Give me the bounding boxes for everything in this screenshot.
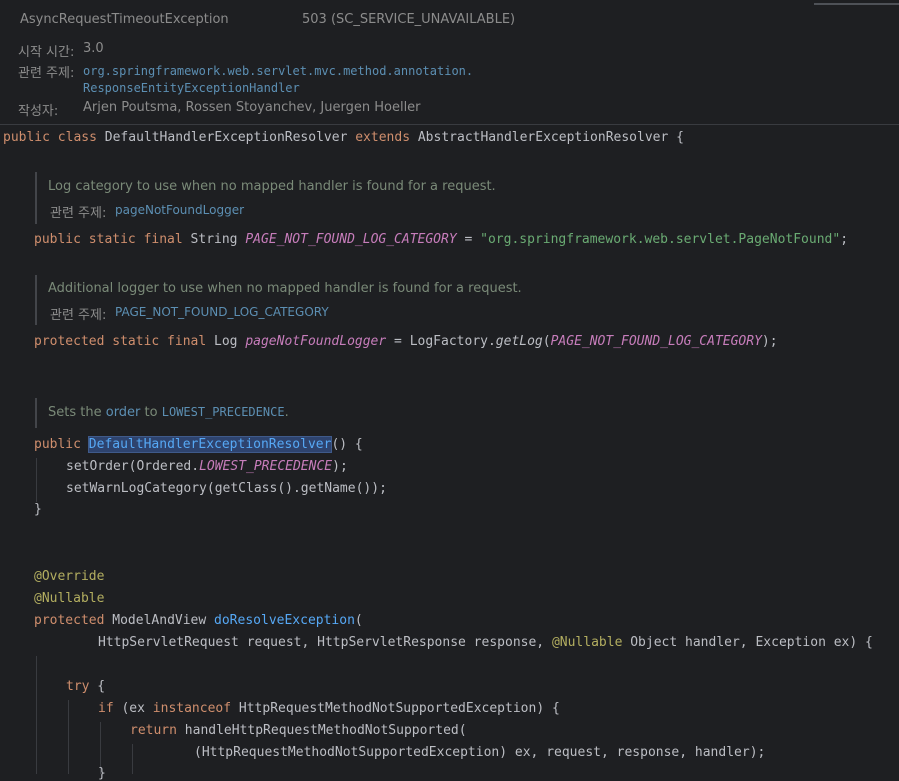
params-nullable: @Nullable xyxy=(551,635,623,650)
doc3-code-link[interactable]: LOWEST_PRECEDENCE xyxy=(162,405,285,419)
kw-if: if xyxy=(98,701,114,716)
ctor-name[interactable]: DefaultHandlerExceptionResolver xyxy=(87,436,333,453)
constructor-declaration: public DefaultHandlerExceptionResolver()… xyxy=(34,436,363,453)
method-open-paren: ( xyxy=(354,613,363,628)
ctor-params: () { xyxy=(331,437,363,452)
annotation-override: @Override xyxy=(34,569,105,584)
kw-extends: extends xyxy=(355,130,411,145)
doc2-text: Additional logger to use when no mapped … xyxy=(48,281,522,296)
ctor-modifier: public xyxy=(34,437,81,452)
field1-assign: = xyxy=(464,232,473,247)
ctor-line-set-order: setOrder(Ordered.LOWEST_PRECEDENCE); xyxy=(66,459,348,474)
exception-status: 503 (SC_SERVICE_UNAVAILABLE) xyxy=(302,12,516,27)
doc3-prefix: Sets the xyxy=(48,405,106,420)
doc3-text: Sets the order to LOWEST_PRECEDENCE. xyxy=(48,405,289,420)
authors: Arjen Poutsma, Rossen Stoyanchev, Juerge… xyxy=(83,100,421,115)
class-name[interactable]: DefaultHandlerExceptionResolver xyxy=(105,130,348,145)
return-args: (HttpRequestMethodNotSupportedException)… xyxy=(194,745,766,760)
kw-public: public xyxy=(3,130,50,145)
annotation-nullable: @Nullable xyxy=(34,591,105,606)
return-line: return handleHttpRequestMethodNotSupport… xyxy=(130,723,467,738)
method-return-type[interactable]: ModelAndView xyxy=(112,613,206,628)
see-link-line1[interactable]: org.springframework.web.servlet.mvc.meth… xyxy=(83,64,473,78)
see-link-line2[interactable]: ResponseEntityExceptionHandler xyxy=(83,81,300,95)
ctor-l1-c: ); xyxy=(332,459,348,474)
field-page-not-found-category: public static final String PAGE_NOT_FOUN… xyxy=(34,232,848,247)
doc3-order-link[interactable]: order xyxy=(106,405,141,420)
field2-close: ); xyxy=(761,334,778,349)
class-declaration: public class DefaultHandlerExceptionReso… xyxy=(3,130,684,145)
method-declaration: protected ModelAndView doResolveExceptio… xyxy=(34,613,363,628)
kw-return: return xyxy=(130,723,177,738)
field2-modifiers: protected static final xyxy=(34,334,207,349)
doc-comment-bar-3 xyxy=(35,398,37,428)
field1-type: String xyxy=(190,232,238,247)
kw-try: try xyxy=(66,679,90,694)
field1-modifiers: public static final xyxy=(34,232,183,247)
indent-guide-3 xyxy=(68,700,69,774)
doc2-see-label: 관련 주제: xyxy=(50,308,107,323)
field1-name[interactable]: PAGE_NOT_FOUND_LOG_CATEGORY xyxy=(245,232,456,247)
field2-method[interactable]: getLog xyxy=(496,334,543,349)
class-open-brace: { xyxy=(676,130,684,145)
field2-arg[interactable]: PAGE_NOT_FOUND_LOG_CATEGORY xyxy=(551,334,762,349)
see-label: 관련 주제: xyxy=(18,66,75,81)
return-call: handleHttpRequestMethodNotSupported( xyxy=(176,723,467,738)
doc-comment-bar-2 xyxy=(35,275,37,325)
exception-name: AsyncRequestTimeoutException xyxy=(20,12,229,27)
ctor-l1-a: setOrder(Ordered. xyxy=(66,459,200,474)
horizontal-scrollbar-thumb[interactable] xyxy=(814,3,899,5)
kw-instanceof: instanceof xyxy=(152,701,232,716)
indent-guide-5 xyxy=(132,744,133,774)
kw-class: class xyxy=(57,130,97,145)
field2-assign: = LogFactory. xyxy=(394,334,496,349)
if-b: HttpRequestMethodNotSupportedException) … xyxy=(231,701,560,716)
author-label: 작성자: xyxy=(18,104,59,119)
field-page-not-found-logger: protected static final Log pageNotFoundL… xyxy=(34,334,778,349)
params-b: Object handler, Exception ex) { xyxy=(622,635,873,650)
ctor-line-set-warn: setWarnLogCategory(getClass().getName())… xyxy=(66,481,387,496)
doc1-text: Log category to use when no mapped handl… xyxy=(48,179,496,194)
ctor-l1-const[interactable]: LOWEST_PRECEDENCE xyxy=(199,459,332,474)
field1-value: "org.springframework.web.servlet.PageNot… xyxy=(480,232,841,247)
try-line: try { xyxy=(66,679,105,694)
method-name[interactable]: doResolveException xyxy=(214,613,355,628)
try-brace: { xyxy=(89,679,106,694)
field2-name[interactable]: pageNotFoundLogger xyxy=(245,334,386,349)
doc1-see-label: 관련 주제: xyxy=(50,206,107,221)
doc3-suffix: . xyxy=(284,405,289,420)
doc-comment-bar-1 xyxy=(35,172,37,224)
params-a: HttpServletRequest request, HttpServletR… xyxy=(98,635,552,650)
since-value: 3.0 xyxy=(83,41,104,56)
method-params: HttpServletRequest request, HttpServletR… xyxy=(98,635,873,650)
indent-guide-2 xyxy=(36,656,37,774)
doc2-see-link[interactable]: PAGE_NOT_FOUND_LOG_CATEGORY xyxy=(115,305,329,319)
since-label: 시작 시간: xyxy=(18,45,75,60)
ctor-close-brace: } xyxy=(34,502,42,517)
javadoc-divider xyxy=(0,124,899,125)
indent-guide-1 xyxy=(36,458,37,502)
field1-semi: ; xyxy=(840,232,849,247)
doc1-see-link[interactable]: pageNotFoundLogger xyxy=(115,203,244,217)
if-a: (ex xyxy=(113,701,153,716)
parent-class[interactable]: AbstractHandlerExceptionResolver xyxy=(418,130,668,145)
field2-type: Log xyxy=(214,334,238,349)
method-modifier: protected xyxy=(34,613,105,628)
if-line: if (ex instanceof HttpRequestMethodNotSu… xyxy=(98,701,560,716)
doc3-middle: to xyxy=(140,405,162,420)
